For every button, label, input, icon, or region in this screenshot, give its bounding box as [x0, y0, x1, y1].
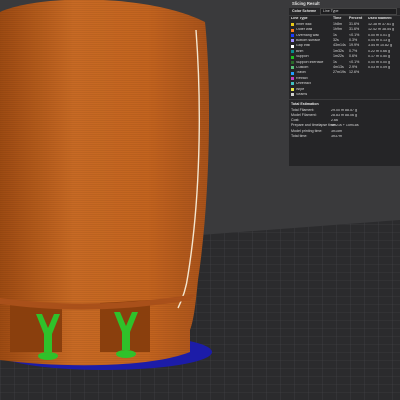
line-type-row[interactable]: Seams	[289, 92, 400, 97]
line-type-list: Inner wall 1h8m 31.6% 12.38 m 37.61 g Outer …	[289, 22, 400, 97]
color-swatch	[291, 28, 294, 32]
color-swatch	[291, 87, 294, 91]
column-header: Percent	[349, 16, 363, 21]
used-filament-value: 0.04 m 0.13 g	[368, 39, 390, 43]
line-type-label: Unretract	[296, 82, 311, 86]
line-type-label: Bottom surface	[296, 39, 321, 43]
printed-model[interactable]	[0, 0, 210, 366]
line-type-cell: Inner wall	[291, 23, 333, 27]
line-type-cell: Brim	[291, 50, 333, 54]
color-swatch	[291, 50, 294, 54]
line-type-label: Support	[296, 55, 309, 59]
time-value: 1s	[333, 32, 337, 37]
used-filament-value: 0.00 m 0.01 g	[368, 33, 390, 37]
percent-value: <0.1%	[349, 59, 360, 64]
percent-value: 0.7%	[349, 48, 358, 53]
percent-value: 2.9%	[349, 65, 358, 70]
used-filament-value: 12.42 m 38.54 g	[368, 28, 394, 32]
time-value: 1h8m	[333, 21, 342, 26]
time-value: 1s	[333, 59, 337, 64]
line-type-cell: Support	[291, 55, 333, 59]
line-type-label: Outer wall	[296, 28, 313, 32]
used-filament-value: 3.54 m 10.82 g	[368, 44, 392, 48]
totals-list: Total Filament: 29.00 m 88.57 g Model Fila…	[289, 108, 400, 139]
line-type-label: Gap infill	[296, 44, 310, 48]
total-key: Model Filament:	[291, 113, 317, 118]
color-scheme-select[interactable]: Line Type	[320, 7, 397, 16]
time-value: 1m32s	[333, 48, 344, 53]
percent-value: 0.6%	[349, 54, 358, 59]
time-value: 27m19s	[333, 70, 346, 75]
total-key: Cost:	[291, 118, 300, 123]
column-header: Line Type	[291, 17, 308, 21]
line-type-label: Brim	[296, 49, 304, 53]
color-scheme-row: Color Scheme Line Type	[289, 7, 400, 16]
line-type-cell: Seams	[291, 93, 333, 97]
color-swatch	[291, 60, 294, 64]
total-value: 2.66	[331, 119, 338, 123]
line-type-cell: Gap infill	[291, 44, 333, 48]
used-filament-value: 0.00 m 0.00 g	[368, 60, 390, 64]
time-value: 32s	[333, 38, 339, 43]
time-value: 43m14s	[333, 43, 346, 48]
color-swatch	[291, 23, 294, 27]
line-type-label: Retract	[296, 76, 308, 80]
total-value: 28.83 m 88.06 g	[331, 114, 357, 118]
time-value: 1m22s	[333, 54, 344, 59]
total-key: Total Filament:	[291, 107, 315, 112]
line-type-cell: Wipe	[291, 88, 333, 92]
color-swatch	[291, 71, 294, 75]
line-type-label: Seams	[296, 92, 308, 96]
color-scheme-label: Color Scheme	[292, 8, 317, 13]
line-type-label: Inner wall	[296, 22, 312, 26]
line-type-cell: Unretract	[291, 82, 333, 86]
line-type-cell: Bottom surface	[291, 39, 333, 43]
total-value: 29.00 m 88.57 g	[331, 108, 357, 112]
percent-value: <0.1%	[349, 32, 360, 37]
line-type-label: Wipe	[296, 87, 305, 91]
color-swatch	[291, 82, 294, 86]
line-type-label: Custom	[296, 66, 309, 70]
color-swatch	[291, 93, 294, 97]
percent-value: 19.9%	[349, 43, 360, 48]
percent-value: 31.6%	[349, 27, 360, 32]
line-type-cell: Support interface	[291, 61, 333, 65]
color-swatch	[291, 66, 294, 70]
line-type-cell: Custom	[291, 66, 333, 70]
total-row: Total time: 3h37m	[289, 134, 400, 139]
line-type-label: Support interface	[296, 60, 324, 64]
line-type-label: Overhang wall	[296, 33, 319, 37]
used-filament-value: 0.17 m 0.50 g	[368, 55, 390, 59]
color-swatch	[291, 44, 294, 48]
column-header: Time	[333, 16, 342, 21]
total-key: Prepare and timelapse time:	[291, 123, 336, 128]
color-swatch	[291, 39, 294, 43]
line-type-cell: Outer wall	[291, 28, 333, 32]
color-swatch	[291, 77, 294, 81]
total-value: 3h37m	[331, 134, 342, 138]
percent-value: 12.6%	[349, 70, 360, 75]
used-filament-value: 12.38 m 37.61 g	[368, 22, 394, 26]
line-type-cell: Retract	[291, 77, 333, 81]
total-key: Total time:	[291, 133, 308, 138]
slicing-result-panel: Slicing Result Color Scheme Line Type Li…	[289, 0, 400, 166]
used-filament-value: 0.22 m 0.66 g	[368, 49, 390, 53]
percent-value: 0.3%	[349, 38, 358, 43]
total-value: 4m21s + 15m18s	[331, 124, 359, 128]
time-value: 1h9m	[333, 27, 342, 32]
line-type-cell: Travel	[291, 71, 333, 75]
color-swatch	[291, 33, 294, 37]
color-swatch	[291, 55, 294, 59]
used-filament-value: 0.03 m 0.09 g	[368, 66, 390, 70]
line-type-cell: Overhang wall	[291, 34, 333, 38]
percent-value: 31.6%	[349, 21, 360, 26]
total-key: Model printing time:	[291, 128, 323, 133]
column-header: Used filament	[368, 17, 392, 21]
time-value: 4m13s	[333, 65, 344, 70]
line-type-label: Travel	[296, 71, 306, 75]
total-value: 3h15m	[331, 129, 342, 133]
totals-title: Total Estimation	[289, 99, 400, 108]
